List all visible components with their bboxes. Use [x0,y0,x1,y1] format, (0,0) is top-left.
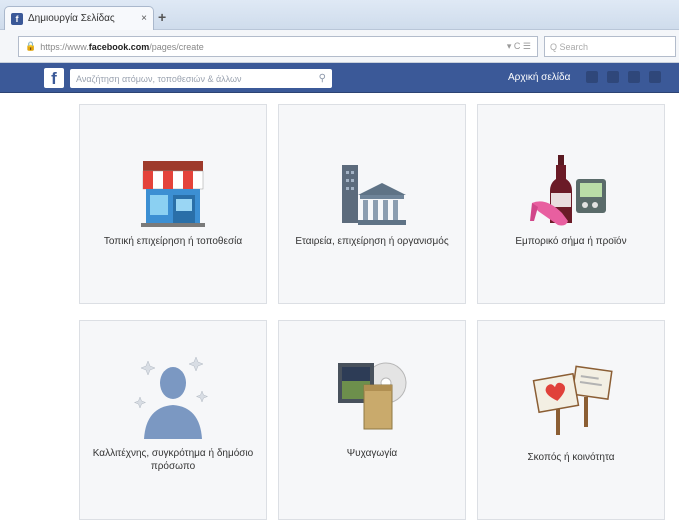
search-icon[interactable]: ⚲ [319,73,326,84]
card-label: Τοπική επιχείρηση ή τοποθεσία [103,236,243,247]
category-card-entertainment[interactable]: Ψυχαγωγία [278,320,466,520]
address-bar[interactable]: 🔒 https://www. facebook.com /pages/creat… [18,36,538,57]
category-card-cause-community[interactable]: Σκοπός ή κοινότητα [477,320,665,520]
category-card-artist[interactable]: Καλλιτέχνης, συγκρότημα ή δημόσιο πρόσωπ… [79,320,267,520]
category-card-company[interactable]: Εταιρεία, επιχείρηση ή οργανισμός [278,104,466,304]
tab-close-icon[interactable]: × [141,13,147,24]
category-card-local-business[interactable]: Τοπική επιχείρηση ή τοποθεσία [79,104,267,304]
storefront-icon [80,105,266,235]
tab-title: Δημιουργία Σελίδας [28,13,115,24]
lock-icon: 🔒 [25,41,37,51]
home-link[interactable]: Αρχική σελίδα [508,72,570,83]
category-card-brand-product[interactable]: Εμπορικό σήμα ή προϊόν [477,104,665,304]
messages-icon[interactable] [607,71,619,83]
new-tab-button[interactable]: + [158,9,166,25]
url-path: /pages/create [149,41,204,52]
facebook-search-input[interactable]: Αναζήτηση ατόμων, τοποθεσιών & άλλων ⚲ [70,69,332,88]
browser-tab[interactable]: f Δημιουργία Σελίδας × [4,6,154,30]
card-label: Εμπορικό σήμα ή προϊόν [515,236,627,247]
card-label: Σκοπός ή κοινότητα [527,452,615,463]
movie-icon [279,321,465,435]
header-icons [586,71,661,83]
card-label: Ψυχαγωγία [346,448,398,459]
facebook-header: f Αναζήτηση ατόμων, τοποθεσιών & άλλων ⚲… [0,63,679,93]
card-label: Καλλιτέχνης, συγκρότημα ή δημόσιο πρόσωπ… [92,448,254,472]
products-icon [478,105,664,235]
browser-search-input[interactable]: Q Search [544,36,676,57]
browser-navbar: 🔒 https://www. facebook.com /pages/creat… [0,30,679,63]
building-icon [279,105,465,235]
url-prefix: https://www. [40,41,89,52]
url-host: facebook.com [88,41,150,52]
person-stars-icon [80,321,266,441]
reload-icon[interactable]: ▾ C ☰ [507,41,531,52]
facebook-favicon-icon: f [11,12,23,25]
settings-icon[interactable] [649,71,661,83]
browser-tabbar: f Δημιουργία Σελίδας × + [0,0,679,30]
friend-requests-icon[interactable] [586,71,598,83]
facebook-logo[interactable]: f [44,68,64,88]
signs-icon [478,321,664,437]
card-label: Εταιρεία, επιχείρηση ή οργανισμός [295,236,449,247]
notifications-icon[interactable] [628,71,640,83]
facebook-search-placeholder: Αναζήτηση ατόμων, τοποθεσιών & άλλων [76,73,242,84]
